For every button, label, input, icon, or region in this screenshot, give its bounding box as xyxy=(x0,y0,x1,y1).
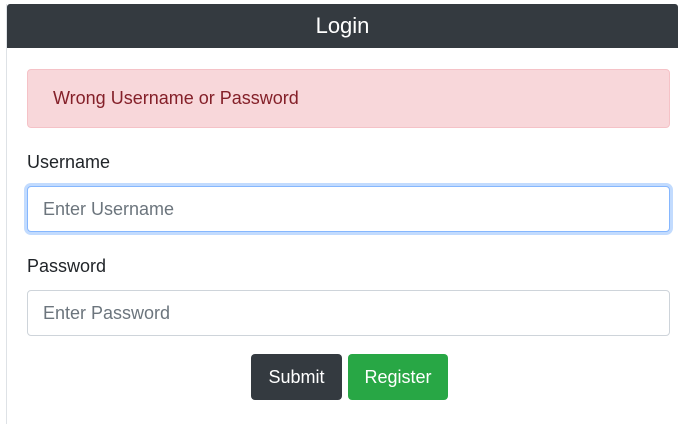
register-button[interactable]: Register xyxy=(348,354,448,400)
login-card: Login Wrong Username or Password Usernam… xyxy=(6,4,678,424)
error-alert: Wrong Username or Password xyxy=(27,69,670,128)
username-input[interactable] xyxy=(27,186,670,232)
card-header: Login xyxy=(7,4,678,48)
error-message: Wrong Username or Password xyxy=(53,88,299,108)
page-title: Login xyxy=(315,13,370,38)
username-label: Username xyxy=(27,152,111,172)
submit-button[interactable]: Submit xyxy=(251,354,342,400)
password-input[interactable] xyxy=(27,290,670,336)
password-label: Password xyxy=(27,256,107,276)
